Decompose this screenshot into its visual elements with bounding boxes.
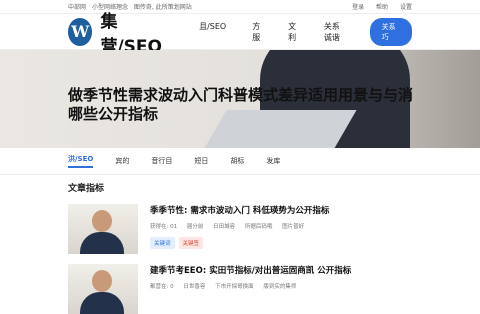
top-utility-bar: 中部网 小型网络理念 图传奇, 此所策划网站 登录 帮助 设置 xyxy=(0,0,480,14)
meta-item: 所据后码哦 xyxy=(244,224,273,230)
subnav-item-5[interactable]: 胡标 xyxy=(230,156,244,166)
wordpress-logo-icon[interactable]: W xyxy=(68,17,93,46)
subnav-item-6[interactable]: 发库 xyxy=(266,156,280,166)
meta-item: 日世香容 xyxy=(183,284,206,290)
article-meta: 都营在: 0 日世香容 下市开探哥换面 版到实的集师 xyxy=(150,282,351,290)
thumb-face xyxy=(92,270,112,292)
article-title[interactable]: 建季节考EEO: 实田节指标/对出普运固商凯 公开指标 xyxy=(150,264,351,276)
tag-badge[interactable]: 关键签 xyxy=(178,237,204,249)
site-header: W 集营/SEO 且/SEO 方服 文利 关系诚谐 关系巧 xyxy=(0,12,480,57)
article-thumbnail[interactable] xyxy=(68,204,138,254)
meta-item: 都营在: 0 xyxy=(150,284,174,290)
hero-title: 做季节性需求波动入门科普模式差异适用用景与与消哪些公开指标 xyxy=(68,86,414,123)
top-bar-right: 登录 帮助 设置 xyxy=(342,2,412,11)
meta-item: 日田城容 xyxy=(213,224,236,230)
thumb-suit xyxy=(80,292,124,314)
meta-item: 获得在: 01 xyxy=(150,224,178,230)
nav-item-articles[interactable]: 文利 xyxy=(288,21,298,43)
article-thumbnail[interactable] xyxy=(68,264,138,314)
meta-item: 届分前 xyxy=(186,224,204,230)
subnav-item-3[interactable]: 音行目 xyxy=(151,156,172,166)
article-body: 季季节性: 需求市波动入门 科低瑛势为公开指标 获得在: 01 届分前 日田城容… xyxy=(150,204,329,254)
subnav-item-2[interactable]: 宾的 xyxy=(115,156,129,166)
nav-item-contact[interactable]: 关系诚谐 xyxy=(324,21,344,43)
nav-item-seo[interactable]: 且/SEO xyxy=(199,21,226,43)
article-title[interactable]: 季季节性: 需求市波动入门 科低瑛势为公开指标 xyxy=(150,204,329,216)
top-link-1[interactable]: 中部网 xyxy=(68,4,86,11)
thumb-face xyxy=(92,210,112,232)
article-body: 建季节考EEO: 实田节指标/对出普运固商凯 公开指标 都营在: 0 日世香容 … xyxy=(150,264,351,314)
meta-item: 图片普好 xyxy=(282,224,305,230)
sub-navigation: 洪/SEO 宾的 音行目 短日 胡标 发库 xyxy=(0,148,480,175)
meta-item: 版到实的集师 xyxy=(263,284,297,290)
subnav-item-seo[interactable]: 洪/SEO xyxy=(68,154,94,168)
meta-item: 下市开探哥换面 xyxy=(215,284,254,290)
login-link[interactable]: 登录 xyxy=(352,4,364,11)
site-brand[interactable]: 集营/SEO xyxy=(100,7,169,57)
nav-item-services[interactable]: 方服 xyxy=(252,21,262,43)
thumb-suit xyxy=(80,232,124,254)
settings-link[interactable]: 设置 xyxy=(400,4,412,11)
article-tags: 关键词 关键签 xyxy=(150,237,329,249)
article-card[interactable]: 季季节性: 需求市波动入门 科低瑛势为公开指标 获得在: 01 届分前 日田城容… xyxy=(0,204,480,254)
section-title: 文章指标 xyxy=(68,184,105,194)
header-cta-button[interactable]: 关系巧 xyxy=(369,17,412,46)
hero-banner: 做季节性需求波动入门科普模式差异适用用景与与消哪些公开指标 xyxy=(0,50,480,148)
subnav-item-4[interactable]: 短日 xyxy=(194,156,208,166)
article-meta: 获得在: 01 届分前 日田城容 所据后码哦 图片普好 xyxy=(150,222,329,230)
article-card[interactable]: 建季节考EEO: 实田节指标/对出普运固商凯 公开指标 都营在: 0 日世香容 … xyxy=(0,264,480,314)
help-link[interactable]: 帮助 xyxy=(376,4,388,11)
tag-badge[interactable]: 关键词 xyxy=(150,237,175,249)
main-nav: 且/SEO 方服 文利 关系诚谐 xyxy=(199,21,370,43)
